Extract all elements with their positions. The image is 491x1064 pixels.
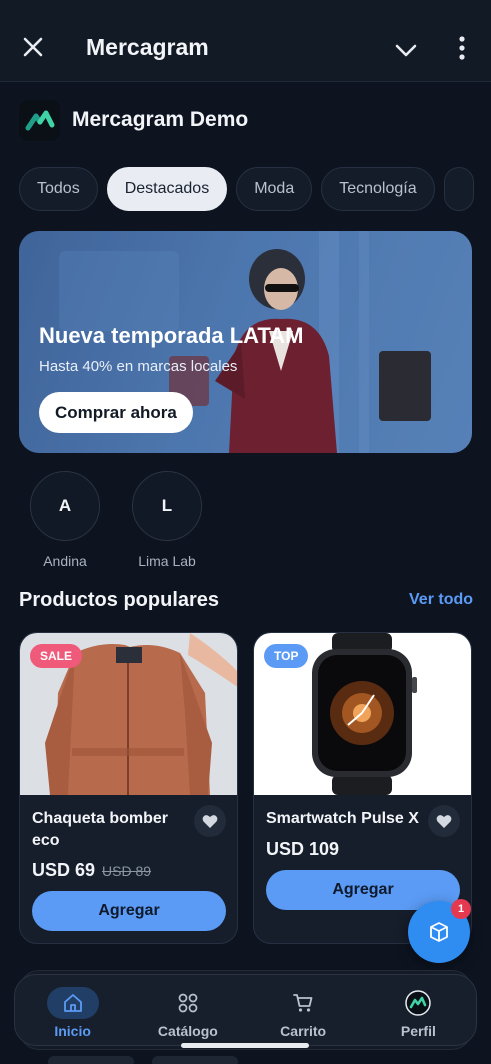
- product-card-jacket[interactable]: SALE Chaqueta bomber eco USD 69 USD 89 A…: [19, 632, 238, 944]
- banner-title: Nueva temporada LATAM: [39, 323, 304, 348]
- nav-label: Carrito: [280, 1023, 327, 1039]
- favorite-button[interactable]: [428, 805, 460, 837]
- product-card-smartwatch[interactable]: TOP Smartwatch Pulse X USD 109 Agregar: [253, 632, 472, 944]
- avatar-icon: [405, 990, 432, 1016]
- product-price: USD 69: [32, 860, 96, 880]
- heart-icon: [202, 814, 218, 828]
- grid-icon: [178, 993, 198, 1013]
- add-to-cart-button[interactable]: Agregar: [32, 891, 226, 931]
- chip-destacados[interactable]: Destacados: [106, 167, 228, 211]
- banner-subtitle: Hasta 40% en marcas locales: [39, 358, 238, 375]
- brand-avatar: A: [30, 471, 100, 541]
- store-name: Mercagram Demo: [72, 108, 249, 131]
- app-title: Mercagram: [86, 34, 209, 60]
- offscreen-content: [48, 1055, 448, 1064]
- brand-label: Lima Lab: [138, 553, 196, 569]
- product-name: Smartwatch Pulse X: [266, 810, 419, 827]
- store-logo: [19, 99, 60, 141]
- heart-icon: [436, 814, 452, 828]
- more-vertical-icon[interactable]: [452, 36, 472, 60]
- close-icon[interactable]: [20, 34, 46, 60]
- top-badge: TOP: [264, 644, 309, 668]
- product-price: USD 109: [266, 839, 340, 859]
- nav-label: Perfil: [400, 1023, 436, 1039]
- see-all-link[interactable]: Ver todo: [409, 591, 473, 609]
- mercagram-logo-icon: [25, 110, 54, 131]
- chip-todos[interactable]: Todos: [19, 167, 98, 211]
- brand-list: A Andina L Lima Lab: [30, 471, 234, 569]
- product-name: Chaqueta bomber eco: [32, 810, 169, 849]
- shop-now-button[interactable]: Comprar ahora: [39, 392, 193, 433]
- bottom-nav: Inicio Catálogo Carrito Perfil: [14, 974, 477, 1046]
- sale-badge: SALE: [30, 644, 83, 668]
- nav-item-catalogo[interactable]: Catálogo: [130, 975, 245, 1045]
- brand-andina[interactable]: A Andina: [30, 471, 100, 569]
- brand-lima-lab[interactable]: L Lima Lab: [132, 471, 202, 569]
- favorite-button[interactable]: [194, 805, 226, 837]
- package-fab[interactable]: 1: [408, 899, 471, 963]
- notification-badge: 1: [451, 899, 471, 919]
- nav-label: Catálogo: [157, 1023, 218, 1039]
- app-bar: Mercagram: [0, 0, 491, 82]
- chip-more[interactable]: [443, 167, 474, 211]
- nav-item-carrito[interactable]: Carrito: [246, 975, 361, 1045]
- nav-label: Inicio: [54, 1023, 91, 1039]
- brand-avatar: L: [132, 471, 202, 541]
- category-chips: Todos Destacados Moda Tecnología: [19, 167, 491, 211]
- nav-item-inicio[interactable]: Inicio: [15, 975, 130, 1045]
- chip-moda[interactable]: Moda: [236, 167, 313, 211]
- cart-icon: [293, 994, 313, 1012]
- store-header: Mercagram Demo: [19, 99, 249, 141]
- section-title: Productos populares: [19, 589, 220, 611]
- nav-item-perfil[interactable]: Perfil: [361, 975, 476, 1045]
- chip-tecnologia[interactable]: Tecnología: [321, 167, 435, 211]
- home-icon: [63, 994, 82, 1012]
- chevron-down-icon[interactable]: [394, 38, 418, 62]
- home-indicator[interactable]: [181, 1043, 309, 1048]
- package-icon: [430, 922, 448, 942]
- promo-banner[interactable]: Nueva temporada LATAM Hasta 40% en marca…: [19, 231, 472, 453]
- product-old-price: USD 89: [102, 863, 152, 879]
- brand-label: Andina: [43, 553, 87, 569]
